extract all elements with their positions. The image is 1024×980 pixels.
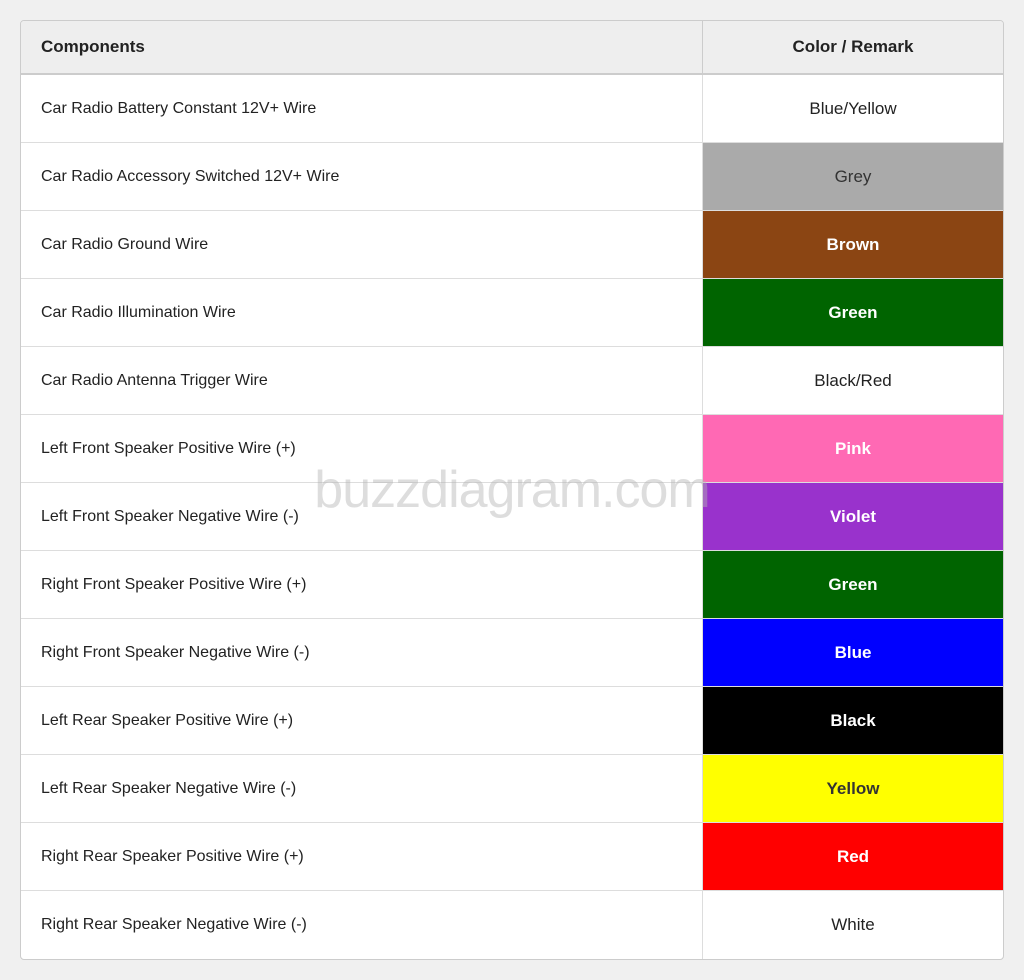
component-cell: Right Rear Speaker Negative Wire (-) <box>21 891 703 959</box>
table-row: Right Front Speaker Positive Wire (+)Gre… <box>21 551 1003 619</box>
color-badge: Green <box>703 279 1003 346</box>
component-cell: Left Front Speaker Negative Wire (-) <box>21 483 703 550</box>
component-cell: Left Front Speaker Positive Wire (+) <box>21 415 703 482</box>
table-row: Car Radio Antenna Trigger WireBlack/Red <box>21 347 1003 415</box>
color-cell: Brown <box>703 211 1003 278</box>
table-header: Components Color / Remark <box>21 21 1003 75</box>
color-cell: Black <box>703 687 1003 754</box>
component-cell: Left Rear Speaker Negative Wire (-) <box>21 755 703 822</box>
component-cell: Right Front Speaker Negative Wire (-) <box>21 619 703 686</box>
color-badge: Black <box>703 687 1003 754</box>
color-badge: Yellow <box>703 755 1003 822</box>
color-cell: Yellow <box>703 755 1003 822</box>
table-body: Car Radio Battery Constant 12V+ WireBlue… <box>21 75 1003 959</box>
color-cell: Red <box>703 823 1003 890</box>
table-row: Left Rear Speaker Negative Wire (-)Yello… <box>21 755 1003 823</box>
table-row: Left Rear Speaker Positive Wire (+)Black <box>21 687 1003 755</box>
component-cell: Car Radio Ground Wire <box>21 211 703 278</box>
table-row: Left Front Speaker Positive Wire (+)Pink <box>21 415 1003 483</box>
table-row: Car Radio Illumination WireGreen <box>21 279 1003 347</box>
color-cell: Blue/Yellow <box>703 75 1003 142</box>
wiring-table: buzzdiagram.com Components Color / Remar… <box>20 20 1004 960</box>
color-cell: Blue <box>703 619 1003 686</box>
color-badge: White <box>703 891 1003 959</box>
table-row: Right Rear Speaker Positive Wire (+)Red <box>21 823 1003 891</box>
color-cell: Green <box>703 551 1003 618</box>
component-cell: Car Radio Battery Constant 12V+ Wire <box>21 75 703 142</box>
table-row: Car Radio Accessory Switched 12V+ WireGr… <box>21 143 1003 211</box>
color-badge: Violet <box>703 483 1003 550</box>
component-cell: Left Rear Speaker Positive Wire (+) <box>21 687 703 754</box>
header-components: Components <box>21 21 703 73</box>
color-cell: Violet <box>703 483 1003 550</box>
component-cell: Car Radio Illumination Wire <box>21 279 703 346</box>
table-row: Right Front Speaker Negative Wire (-)Blu… <box>21 619 1003 687</box>
color-cell: Black/Red <box>703 347 1003 414</box>
color-badge: Green <box>703 551 1003 618</box>
color-cell: White <box>703 891 1003 959</box>
color-badge: Black/Red <box>703 347 1003 414</box>
table-row: Car Radio Battery Constant 12V+ WireBlue… <box>21 75 1003 143</box>
color-badge: Blue <box>703 619 1003 686</box>
color-badge: Red <box>703 823 1003 890</box>
color-cell: Green <box>703 279 1003 346</box>
header-color-remark: Color / Remark <box>703 21 1003 73</box>
component-cell: Car Radio Accessory Switched 12V+ Wire <box>21 143 703 210</box>
color-badge: Grey <box>703 143 1003 210</box>
table-row: Left Front Speaker Negative Wire (-)Viol… <box>21 483 1003 551</box>
color-badge: Brown <box>703 211 1003 278</box>
color-badge: Pink <box>703 415 1003 482</box>
color-cell: Pink <box>703 415 1003 482</box>
color-cell: Grey <box>703 143 1003 210</box>
component-cell: Car Radio Antenna Trigger Wire <box>21 347 703 414</box>
component-cell: Right Front Speaker Positive Wire (+) <box>21 551 703 618</box>
table-row: Car Radio Ground WireBrown <box>21 211 1003 279</box>
component-cell: Right Rear Speaker Positive Wire (+) <box>21 823 703 890</box>
color-badge: Blue/Yellow <box>703 75 1003 142</box>
table-row: Right Rear Speaker Negative Wire (-)Whit… <box>21 891 1003 959</box>
